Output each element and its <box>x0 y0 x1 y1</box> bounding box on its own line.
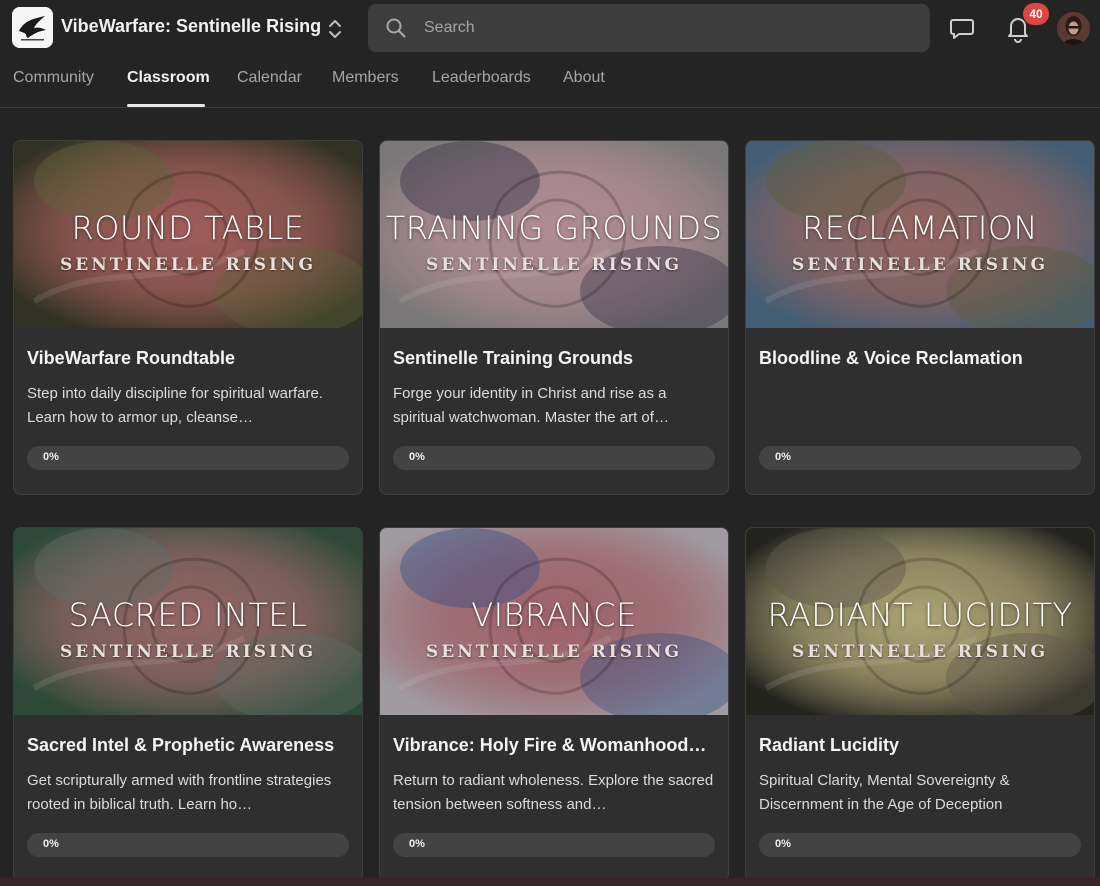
course-description: Spiritual Clarity, Mental Sovereignty & … <box>759 772 1010 813</box>
cover-title: SACRED INTEL <box>68 596 308 634</box>
cover-subtitle: SENTINELLE RISING <box>425 255 683 275</box>
cover-subtitle: SENTINELLE RISING <box>59 642 317 662</box>
course-progress-bar: 0% <box>27 446 349 470</box>
course-cover-image[interactable]: VIBRANCE SENTINELLE RISING <box>380 528 728 715</box>
course-title[interactable]: Sacred Intel & Prophetic Awareness <box>27 735 351 756</box>
cover-title: RECLAMATION <box>802 209 1038 247</box>
course-description <box>759 382 1085 430</box>
course-title[interactable]: Radiant Lucidity <box>759 735 1083 756</box>
tab-classroom[interactable]: Classroom <box>127 69 210 87</box>
course-title[interactable]: Bloodline & Voice Reclamation <box>759 348 1083 369</box>
course-cover-image[interactable]: ROUND TABLE SENTINELLE RISING <box>14 141 362 328</box>
tab-community[interactable]: Community <box>13 69 94 87</box>
notification-badge[interactable]: 40 <box>1023 3 1049 25</box>
cover-subtitle: SENTINELLE RISING <box>791 642 1049 662</box>
course-card[interactable]: TRAINING GROUNDS SENTINELLE RISING Senti… <box>379 140 729 495</box>
top-bar: VibeWarfare: Sentinelle Rising 40 <box>0 0 1100 56</box>
tab-calendar[interactable]: Calendar <box>237 69 302 87</box>
group-logo-icon[interactable] <box>12 7 53 48</box>
cover-title: ROUND TABLE <box>71 209 305 247</box>
course-description: Step into daily discipline for spiritual… <box>27 385 323 426</box>
progress-label: 0% <box>43 838 59 850</box>
cover-title: TRAINING GROUNDS <box>385 209 723 247</box>
course-title[interactable]: Vibrance: Holy Fire & Womanhood… <box>393 735 717 756</box>
course-title[interactable]: VibeWarfare Roundtable <box>27 348 351 369</box>
course-card[interactable]: RECLAMATION SENTINELLE RISING Bloodline … <box>745 140 1095 495</box>
course-progress-bar: 0% <box>393 446 715 470</box>
cover-subtitle: SENTINELLE RISING <box>425 642 683 662</box>
course-progress-bar: 0% <box>27 833 349 857</box>
course-description: Forge your identity in Christ and rise a… <box>393 385 669 426</box>
course-card[interactable]: ROUND TABLE SENTINELLE RISING VibeWarfar… <box>13 140 363 495</box>
course-card[interactable]: SACRED INTEL SENTINELLE RISING Sacred In… <box>13 527 363 882</box>
course-description: Return to radiant wholeness. Explore the… <box>393 772 714 813</box>
active-tab-indicator <box>127 104 205 107</box>
tab-about[interactable]: About <box>563 69 605 87</box>
tab-members[interactable]: Members <box>332 69 399 87</box>
progress-label: 0% <box>43 451 59 463</box>
cover-subtitle: SENTINELLE RISING <box>791 255 1049 275</box>
course-cover-image[interactable]: TRAINING GROUNDS SENTINELLE RISING <box>380 141 728 328</box>
course-cover-image[interactable]: RADIANT LUCIDITY SENTINELLE RISING <box>746 528 1094 715</box>
cover-subtitle: SENTINELLE RISING <box>59 255 317 275</box>
course-progress-bar: 0% <box>759 446 1081 470</box>
cover-title: RADIANT LUCIDITY <box>767 596 1073 634</box>
search-input[interactable] <box>368 4 930 52</box>
chat-icon[interactable] <box>948 14 976 42</box>
course-cover-image[interactable]: SACRED INTEL SENTINELLE RISING <box>14 528 362 715</box>
course-progress-bar: 0% <box>759 833 1081 857</box>
switch-group-icon[interactable] <box>322 16 348 42</box>
course-description: Get scripturally armed with frontline st… <box>27 772 332 813</box>
taskbar-edge <box>0 878 1100 886</box>
tab-leaderboards[interactable]: Leaderboards <box>432 69 531 87</box>
progress-label: 0% <box>775 838 791 850</box>
course-title[interactable]: Sentinelle Training Grounds <box>393 348 717 369</box>
progress-label: 0% <box>775 451 791 463</box>
course-card[interactable]: RADIANT LUCIDITY SENTINELLE RISING Radia… <box>745 527 1095 882</box>
progress-label: 0% <box>409 451 425 463</box>
course-progress-bar: 0% <box>393 833 715 857</box>
group-nav-tabs: Community Classroom Calendar Members Lea… <box>0 56 1100 108</box>
cover-title: VIBRANCE <box>471 596 637 634</box>
search-icon <box>384 16 408 40</box>
group-title[interactable]: VibeWarfare: Sentinelle Rising <box>61 16 321 37</box>
course-cover-image[interactable]: RECLAMATION SENTINELLE RISING <box>746 141 1094 328</box>
user-avatar[interactable] <box>1057 12 1090 45</box>
course-card[interactable]: VIBRANCE SENTINELLE RISING Vibrance: Hol… <box>379 527 729 882</box>
progress-label: 0% <box>409 838 425 850</box>
